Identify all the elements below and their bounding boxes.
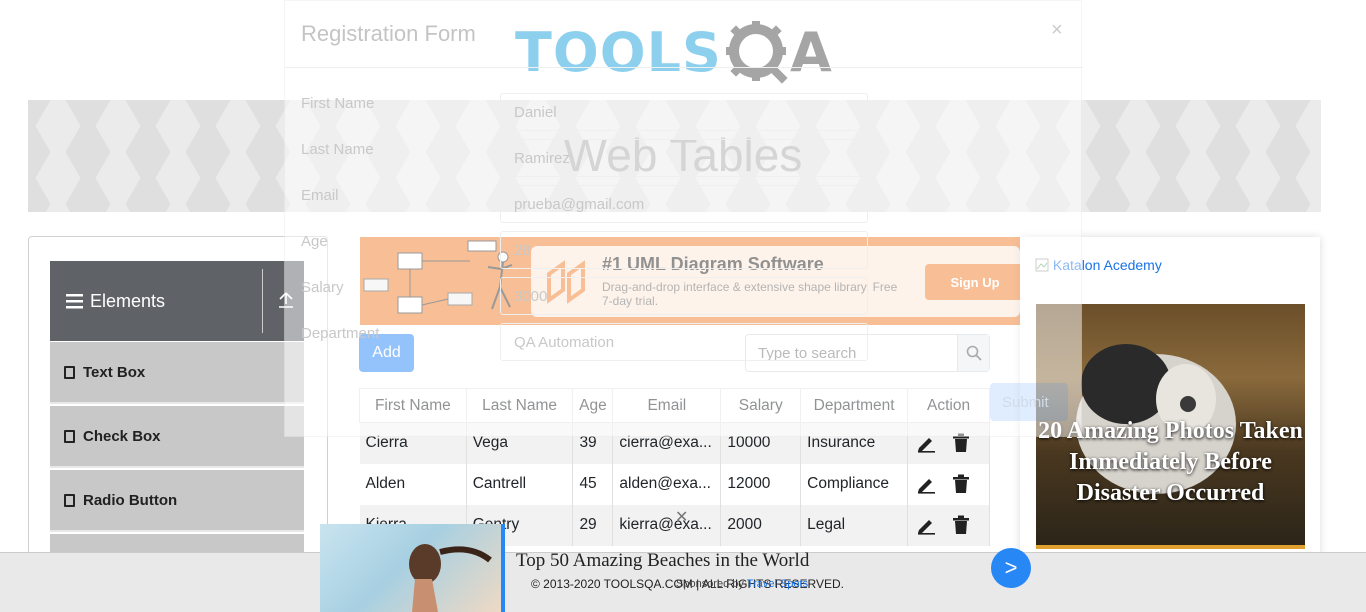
cell-salary: 12000	[720, 463, 802, 505]
sidebar-group-label: Elements	[90, 290, 166, 311]
cell-age: 29	[572, 504, 614, 546]
modal-divider	[285, 67, 1083, 68]
department-label: Department	[301, 325, 380, 342]
sidebar-item-label: Text Box	[83, 363, 146, 381]
cell-action	[907, 463, 990, 505]
first-name-label: First Name	[301, 95, 375, 112]
cell-salary: 2000	[720, 504, 802, 546]
sidebar-item-label: Radio Button	[83, 491, 178, 509]
cell-age: 45	[572, 463, 614, 505]
last-name-label: Last Name	[301, 141, 374, 158]
cell-last-name: Cantrell	[466, 463, 574, 505]
email-label: Email	[301, 187, 339, 204]
sidebar-item-partial[interactable]	[50, 534, 304, 554]
modal-close-button[interactable]: ×	[1051, 19, 1063, 42]
modal-title: Registration Form	[301, 21, 476, 46]
age-label: Age	[301, 233, 328, 250]
bottom-ad-headline[interactable]: Top 50 Amazing Beaches in the World	[516, 550, 809, 572]
bottom-ad-accent	[501, 524, 505, 612]
cell-action	[907, 504, 990, 546]
last-name-field[interactable]: Ramirez	[500, 139, 868, 177]
sponsor-name[interactable]: Travel Spots	[747, 578, 808, 590]
submit-button[interactable]: Submit	[990, 383, 1068, 421]
sidebar-item-text-box[interactable]: Text Box	[50, 342, 304, 404]
ad-photo-bar	[1036, 545, 1305, 549]
delete-trash-icon[interactable]	[952, 474, 970, 494]
divider	[262, 269, 263, 333]
registration-modal: Registration Form × First Name Daniel La…	[284, 0, 1083, 437]
salary-field[interactable]: 3000	[500, 277, 868, 315]
html5-icon	[64, 365, 75, 379]
edit-pencil-icon[interactable]	[916, 474, 936, 494]
html5-icon	[64, 493, 75, 507]
cell-email: kierra@exa...	[612, 504, 722, 546]
cell-department: Compliance	[800, 463, 909, 505]
email-field[interactable]: prueba@gmail.com	[500, 185, 868, 223]
beach-person-illustration	[409, 544, 492, 612]
cell-email: alden@exa...	[612, 463, 722, 505]
ad-close-icon[interactable]: ✕	[675, 507, 688, 527]
sponsored-prefix: Sponsored by	[676, 578, 744, 590]
page: TOOLS A Web Tables Elem	[0, 0, 1366, 612]
age-field[interactable]: 28	[500, 231, 868, 269]
salary-label: Salary	[301, 279, 344, 296]
sidebar-item-check-box[interactable]: Check Box	[50, 406, 304, 468]
delete-trash-icon[interactable]	[952, 515, 970, 535]
first-name-field[interactable]: Daniel	[500, 93, 868, 131]
html5-icon	[64, 429, 75, 443]
sidebar-item-radio-button[interactable]: Radio Button	[50, 470, 304, 532]
cell-first-name: Alden	[359, 463, 467, 505]
cell-department: Legal	[800, 504, 909, 546]
sidebar-item-label: Check Box	[83, 427, 161, 445]
hamburger-icon	[66, 294, 83, 309]
department-field[interactable]: QA Automation	[500, 323, 868, 361]
next-ad-button[interactable]: >	[991, 548, 1031, 588]
table-row: Alden Cantrell 45 alden@exa... 12000 Com…	[359, 463, 990, 505]
sidebar-group-elements[interactable]: Elements	[50, 261, 304, 341]
edit-pencil-icon[interactable]	[916, 515, 936, 535]
beach-ad-image[interactable]	[320, 524, 501, 612]
sponsored-label: Sponsored by Travel Spots	[676, 578, 808, 590]
